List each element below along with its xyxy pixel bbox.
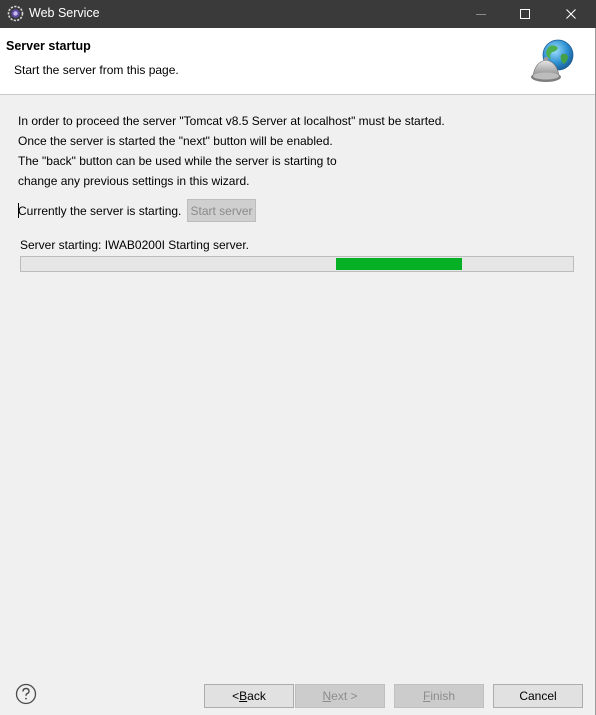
start-server-button[interactable]: Start server bbox=[187, 199, 256, 222]
close-icon bbox=[566, 9, 576, 19]
wizard-content: In order to proceed the server "Tomcat v… bbox=[0, 96, 595, 666]
back-mnemonic: B bbox=[239, 689, 248, 703]
server-status-label: Currently the server is starting. bbox=[18, 204, 182, 218]
next-button[interactable]: Next > bbox=[295, 684, 385, 708]
wizard-header: Server startup Start the server from thi… bbox=[0, 28, 595, 95]
wizard-footer: < Back Next > Finish Cancel bbox=[0, 672, 595, 715]
server-status-row: Currently the server is starting. Start … bbox=[18, 199, 578, 223]
progress-segment bbox=[336, 258, 462, 270]
web-service-dialog: Web Service Server startup Start the ser… bbox=[0, 0, 596, 715]
next-mnemonic: N bbox=[322, 689, 332, 703]
next-label-post: ext > bbox=[331, 689, 358, 703]
finish-button[interactable]: Finish bbox=[394, 684, 484, 708]
info-text: In order to proceed the server "Tomcat v… bbox=[18, 111, 445, 191]
back-label-pre: < bbox=[232, 689, 240, 703]
progress-message: Server starting: IWAB0200I Starting serv… bbox=[20, 238, 249, 252]
page-description: Start the server from this page. bbox=[14, 63, 179, 77]
page-title: Server startup bbox=[6, 39, 91, 53]
maximize-icon bbox=[520, 9, 530, 19]
info-line: Once the server is started the "next" bu… bbox=[18, 134, 333, 148]
info-line: The "back" button can be used while the … bbox=[18, 154, 337, 168]
info-line: change any previous settings in this wiz… bbox=[18, 174, 250, 188]
maximize-button[interactable] bbox=[502, 0, 548, 28]
minimize-icon bbox=[476, 14, 486, 15]
title-bar[interactable]: Web Service bbox=[0, 0, 596, 28]
globe-server-icon bbox=[531, 39, 574, 82]
back-button[interactable]: < Back bbox=[204, 684, 294, 708]
progress-bar bbox=[20, 256, 574, 272]
minimize-button[interactable] bbox=[458, 0, 504, 28]
info-line: In order to proceed the server "Tomcat v… bbox=[18, 114, 445, 128]
finish-mnemonic: F bbox=[422, 689, 431, 703]
window-title: Web Service bbox=[29, 6, 100, 20]
back-label-post: ack bbox=[247, 689, 266, 703]
help-icon[interactable] bbox=[15, 683, 37, 705]
eclipse-icon bbox=[7, 5, 24, 22]
close-button[interactable] bbox=[548, 0, 594, 28]
cancel-button[interactable]: Cancel bbox=[493, 684, 583, 708]
finish-label-post: inish bbox=[430, 689, 456, 703]
